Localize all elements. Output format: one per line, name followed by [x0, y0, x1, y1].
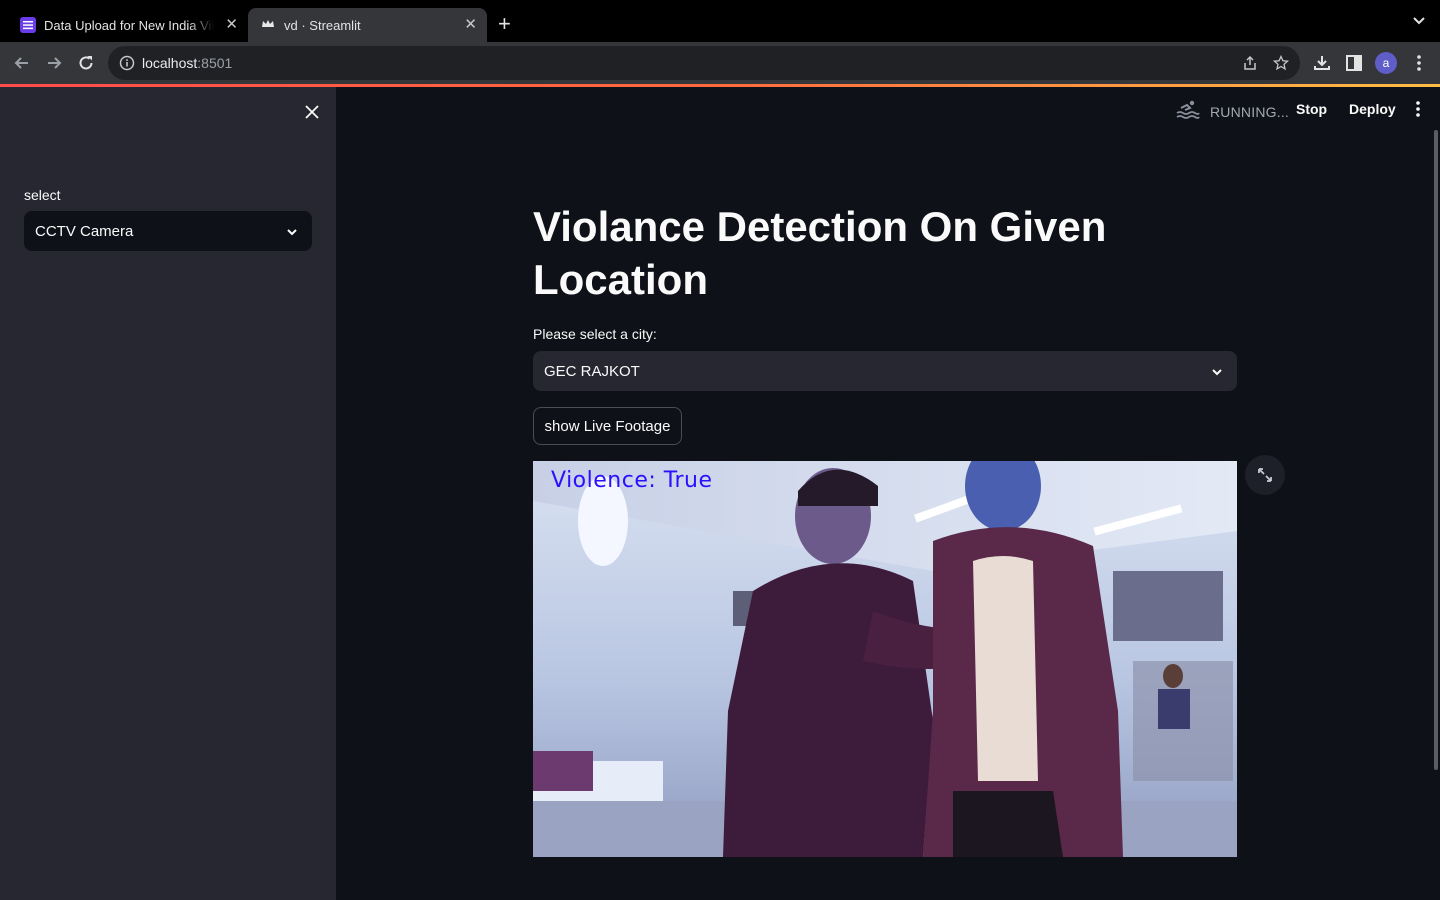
running-status: RUNNING...: [1176, 99, 1289, 124]
deploy-button[interactable]: Deploy: [1349, 101, 1396, 117]
forms-favicon-icon: [20, 17, 36, 33]
streamlit-crown-icon: [260, 16, 276, 35]
sidebar-select-label: select: [24, 187, 61, 203]
site-info-icon[interactable]: [119, 55, 135, 76]
share-icon[interactable]: [1242, 55, 1258, 76]
fullscreen-button[interactable]: [1245, 455, 1285, 495]
running-status-text: RUNNING...: [1210, 103, 1289, 120]
browser-toolbar: localhost:8501 a: [0, 42, 1440, 84]
close-tab-icon[interactable]: ✕: [225, 17, 238, 33]
new-tab-icon[interactable]: +: [498, 13, 511, 35]
profile-avatar[interactable]: a: [1375, 52, 1397, 74]
city-select[interactable]: GEC RAJKOT: [533, 351, 1237, 391]
sidebar-select-value: CCTV Camera: [35, 222, 134, 240]
tab-title: Data Upload for New India Vibrant: [44, 17, 214, 33]
expand-icon: [1258, 468, 1272, 482]
cctv-frame-image: [533, 461, 1237, 857]
city-select-value: GEC RAJKOT: [544, 362, 640, 380]
browser-tab-data-upload[interactable]: Data Upload for New India Vibrant ✕: [8, 8, 248, 42]
show-live-footage-button[interactable]: show Live Footage: [533, 407, 682, 445]
main-menu-icon[interactable]: [1411, 100, 1425, 123]
bookmark-star-icon[interactable]: [1272, 54, 1290, 76]
tab-title: vd · Streamlit: [284, 17, 361, 33]
url-text: localhost:8501: [142, 55, 233, 71]
side-panel-icon[interactable]: [1344, 53, 1364, 78]
forward-arrow-icon[interactable]: [44, 53, 64, 78]
close-sidebar-icon[interactable]: [302, 102, 322, 127]
tab-search-chevron-icon[interactable]: [1412, 14, 1426, 33]
live-footage-frame: Violence: True: [533, 461, 1237, 857]
browser-tab-streamlit[interactable]: vd · Streamlit ✕: [248, 8, 487, 42]
browser-tab-bar: Data Upload for New India Vibrant ✕ vd ·…: [0, 0, 1440, 42]
chevron-down-icon: [1211, 365, 1223, 382]
close-tab-icon[interactable]: ✕: [464, 17, 477, 33]
running-swimmer-icon: [1176, 99, 1200, 124]
address-bar[interactable]: localhost:8501: [108, 46, 1300, 80]
violence-status-overlay: Violence: True: [551, 468, 713, 493]
back-arrow-icon[interactable]: [12, 53, 32, 78]
city-select-label: Please select a city:: [533, 326, 657, 342]
download-icon[interactable]: [1312, 53, 1332, 78]
stop-button[interactable]: Stop: [1296, 101, 1327, 117]
page-title: Violance Detection On Given Location: [533, 203, 1107, 303]
chevron-down-icon: [286, 225, 298, 242]
browser-menu-icon[interactable]: [1409, 53, 1429, 78]
reload-icon[interactable]: [76, 53, 96, 78]
page-scrollbar[interactable]: [1434, 130, 1438, 770]
sidebar: select CCTV Camera: [0, 87, 336, 900]
sidebar-source-select[interactable]: CCTV Camera: [24, 211, 312, 251]
